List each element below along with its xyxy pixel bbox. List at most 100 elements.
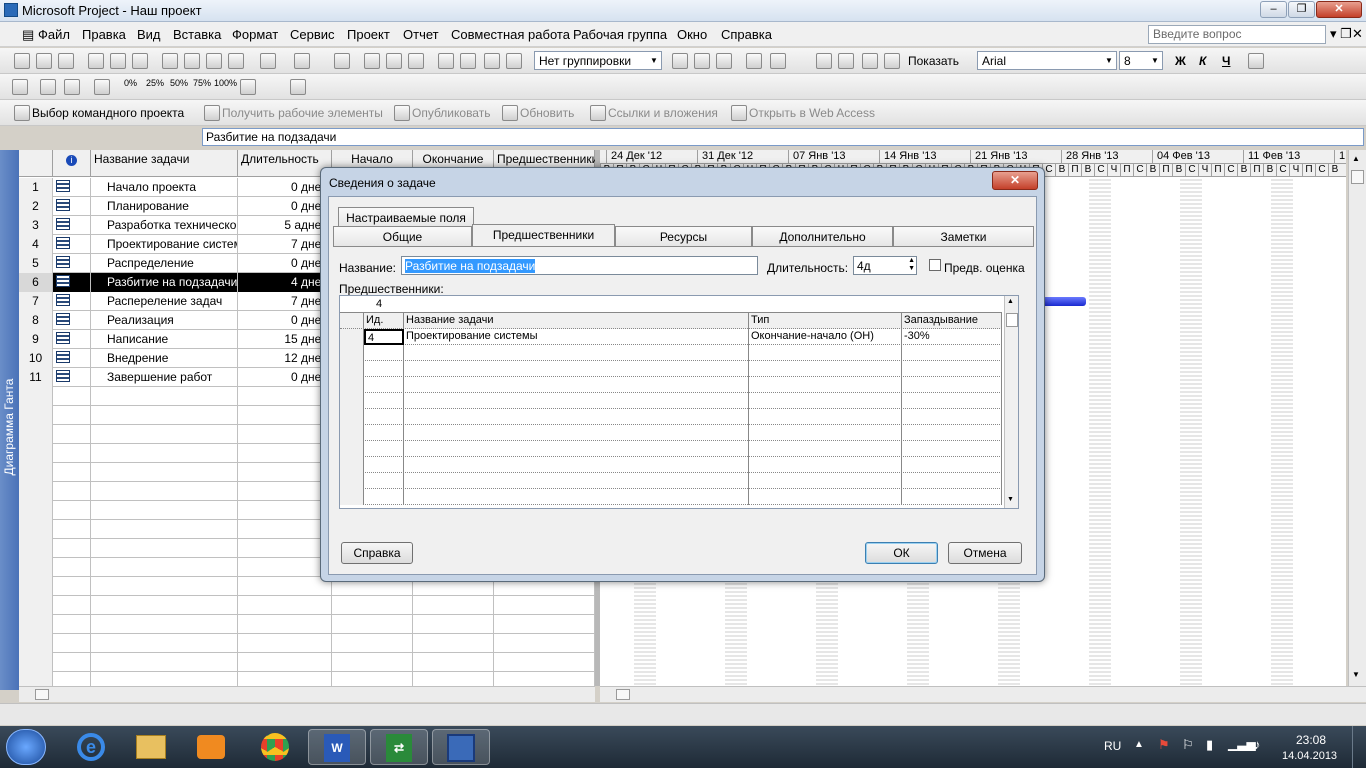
hyperlink-icon[interactable] bbox=[334, 53, 350, 69]
row-indicator[interactable] bbox=[53, 425, 91, 444]
predecessor-row[interactable] bbox=[340, 473, 1002, 489]
menu-help[interactable]: Справка bbox=[721, 27, 772, 42]
pred-lag-cell[interactable] bbox=[902, 425, 1002, 441]
link-tasks-icon[interactable] bbox=[364, 53, 380, 69]
task-name-cell[interactable]: Написание bbox=[91, 330, 238, 349]
task-name-cell[interactable]: Реализация bbox=[91, 311, 238, 330]
duration-cell[interactable] bbox=[238, 653, 332, 672]
cancel-button[interactable]: Отмена bbox=[948, 542, 1022, 564]
task-name-cell[interactable]: Планирование bbox=[91, 197, 238, 216]
task-name-cell[interactable]: Внедрение bbox=[91, 349, 238, 368]
paste-icon[interactable] bbox=[206, 53, 222, 69]
pred-lag-cell[interactable] bbox=[902, 457, 1002, 473]
row-indicator[interactable] bbox=[53, 634, 91, 653]
pred-type-cell[interactable]: Окончание-начало (ОН) bbox=[749, 329, 902, 345]
tab-general[interactable]: Общие bbox=[333, 226, 472, 246]
grouping-select[interactable]: Нет группировки ▼ bbox=[534, 51, 662, 70]
pred-id-cell[interactable] bbox=[364, 409, 404, 425]
pred-type-cell[interactable] bbox=[749, 489, 902, 505]
duration-cell[interactable] bbox=[238, 520, 332, 539]
scroll-thumb[interactable] bbox=[616, 689, 630, 700]
minus-icon[interactable] bbox=[884, 53, 900, 69]
duration-cell[interactable]: 0 дней bbox=[238, 311, 332, 330]
battery-icon[interactable]: ▮ bbox=[1206, 737, 1213, 753]
scroll-thumb[interactable] bbox=[35, 689, 49, 700]
row-indicator[interactable] bbox=[53, 178, 91, 197]
start-cell[interactable] bbox=[332, 634, 413, 653]
row-indicator[interactable] bbox=[53, 596, 91, 615]
pct-50-button[interactable]: 50% bbox=[170, 78, 188, 88]
row-number[interactable]: 5 bbox=[19, 254, 53, 273]
grid-corner[interactable] bbox=[19, 150, 53, 177]
start-cell[interactable] bbox=[332, 672, 413, 686]
scroll-thumb[interactable] bbox=[1351, 170, 1364, 184]
duration-input[interactable]: 4д ▲ ▼ bbox=[853, 256, 917, 275]
duration-cell[interactable] bbox=[238, 634, 332, 653]
task-name-cell[interactable] bbox=[91, 425, 238, 444]
pred-lag-cell[interactable] bbox=[902, 409, 1002, 425]
task-name-cell[interactable] bbox=[91, 463, 238, 482]
task-name-cell[interactable] bbox=[91, 653, 238, 672]
action-center-icon[interactable]: ⚐ bbox=[1182, 737, 1194, 753]
predecessor-row[interactable] bbox=[340, 345, 1002, 361]
table-row[interactable] bbox=[19, 653, 595, 672]
pred-name-cell[interactable]: Проектирование системы bbox=[404, 329, 749, 345]
task-name-cell[interactable]: Проектирование систем bbox=[91, 235, 238, 254]
pred-lag-cell[interactable] bbox=[902, 393, 1002, 409]
menu-view[interactable]: Вид bbox=[137, 27, 161, 42]
duration-cell[interactable] bbox=[238, 463, 332, 482]
pred-name-cell[interactable] bbox=[404, 425, 749, 441]
tab-resources[interactable]: Ресурсы bbox=[615, 226, 752, 246]
excel-project-icon[interactable]: ⇄ bbox=[370, 729, 428, 765]
predecessors-cell[interactable] bbox=[494, 596, 595, 615]
row-indicator[interactable] bbox=[53, 463, 91, 482]
row-indicator[interactable] bbox=[53, 311, 91, 330]
open-web-access-button[interactable]: Открыть в Web Access bbox=[749, 106, 875, 120]
pred-lag-cell[interactable] bbox=[902, 489, 1002, 505]
zoom-out-icon[interactable] bbox=[694, 53, 710, 69]
row-number[interactable] bbox=[19, 539, 53, 558]
finish-cell[interactable] bbox=[413, 596, 494, 615]
dialog-close-button[interactable]: ✕ bbox=[992, 171, 1038, 190]
task-name-cell[interactable] bbox=[91, 615, 238, 634]
plus-icon[interactable] bbox=[862, 53, 878, 69]
pred-row-header[interactable] bbox=[340, 377, 364, 393]
pred-id-cell[interactable] bbox=[364, 457, 404, 473]
task-info-icon[interactable] bbox=[438, 53, 454, 69]
update-tasks-icon[interactable] bbox=[40, 79, 56, 95]
ask-question-input[interactable]: Введите вопрос bbox=[1148, 25, 1326, 44]
pred-type-cell[interactable] bbox=[749, 409, 902, 425]
font-select[interactable]: Arial ▼ bbox=[977, 51, 1117, 70]
pred-lag-cell[interactable] bbox=[902, 345, 1002, 361]
pred-id-cell[interactable] bbox=[364, 441, 404, 457]
task-name-cell[interactable] bbox=[91, 406, 238, 425]
duration-header[interactable]: Длительность bbox=[238, 150, 332, 177]
predecessor-row[interactable] bbox=[340, 409, 1002, 425]
task-name-cell[interactable] bbox=[91, 558, 238, 577]
task-name-cell[interactable] bbox=[91, 444, 238, 463]
row-number[interactable]: 9 bbox=[19, 330, 53, 349]
pred-row-header[interactable] bbox=[340, 489, 364, 505]
row-indicator[interactable] bbox=[53, 216, 91, 235]
refresh-button[interactable]: Обновить bbox=[520, 106, 574, 120]
duration-cell[interactable] bbox=[238, 406, 332, 425]
grid-horizontal-scrollbar[interactable] bbox=[19, 686, 595, 702]
tab-predecessors[interactable]: Предшественники bbox=[472, 224, 615, 246]
pred-id-cell[interactable] bbox=[364, 425, 404, 441]
row-indicator[interactable] bbox=[53, 368, 91, 387]
row-number[interactable]: 1 bbox=[19, 178, 53, 197]
predecessor-row[interactable]: 4 Проектирование системы Окончание-начало … bbox=[340, 329, 1002, 345]
pred-row-header[interactable] bbox=[340, 329, 364, 345]
row-number[interactable] bbox=[19, 425, 53, 444]
start-cell[interactable] bbox=[332, 615, 413, 634]
predecessors-cell[interactable] bbox=[494, 672, 595, 686]
row-indicator[interactable] bbox=[53, 615, 91, 634]
indicators-header[interactable]: i bbox=[53, 150, 91, 177]
tab-advanced[interactable]: Дополнительно bbox=[752, 226, 893, 246]
duration-cell[interactable]: 5 адней bbox=[238, 216, 332, 235]
task-bar[interactable] bbox=[1038, 297, 1086, 306]
underline-button[interactable]: Ч bbox=[1222, 54, 1230, 68]
restore-button[interactable]: ❐ bbox=[1288, 1, 1315, 18]
row-number[interactable]: 11 bbox=[19, 368, 53, 387]
reschedule-icon[interactable] bbox=[94, 79, 110, 95]
